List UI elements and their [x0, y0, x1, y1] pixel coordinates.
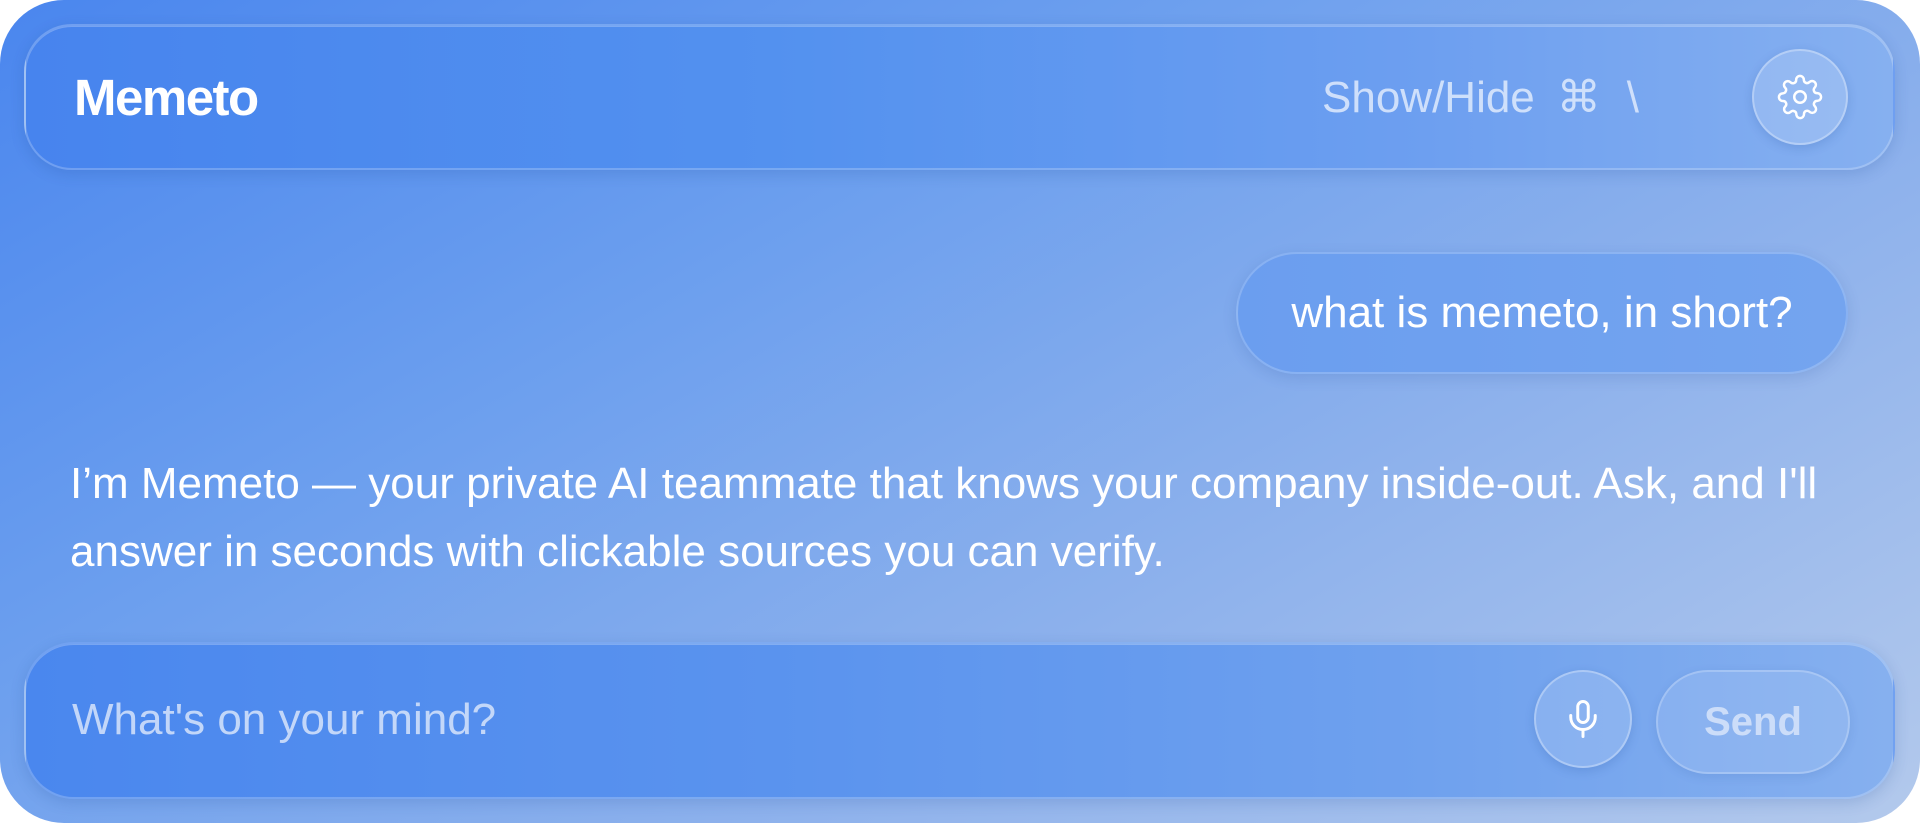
top-bar: Memeto Show/Hide ⌘ \	[24, 24, 1895, 170]
send-button[interactable]: Send	[1656, 670, 1850, 774]
app-window: Memeto Show/Hide ⌘ \ what is memeto, in sh…	[0, 0, 1920, 823]
shortcut-label: Show/Hide	[1322, 73, 1535, 122]
message-input[interactable]	[72, 684, 1532, 756]
command-key: ⌘	[1556, 73, 1601, 122]
backslash-key: \	[1626, 73, 1640, 122]
settings-button[interactable]	[1752, 49, 1848, 145]
user-message-bubble: what is memeto, in short?	[1236, 252, 1848, 374]
show-hide-shortcut-hint: Show/Hide ⌘ \	[1322, 72, 1639, 123]
microphone-icon	[1569, 700, 1597, 738]
user-message-text: what is memeto, in short?	[1291, 288, 1793, 337]
app-title: Memeto	[74, 69, 259, 126]
assistant-message: I’m Memeto — your private AI teammate th…	[70, 459, 1818, 576]
microphone-button[interactable]	[1534, 670, 1632, 768]
message-composer: Send	[24, 642, 1895, 799]
gear-icon	[1777, 74, 1823, 120]
